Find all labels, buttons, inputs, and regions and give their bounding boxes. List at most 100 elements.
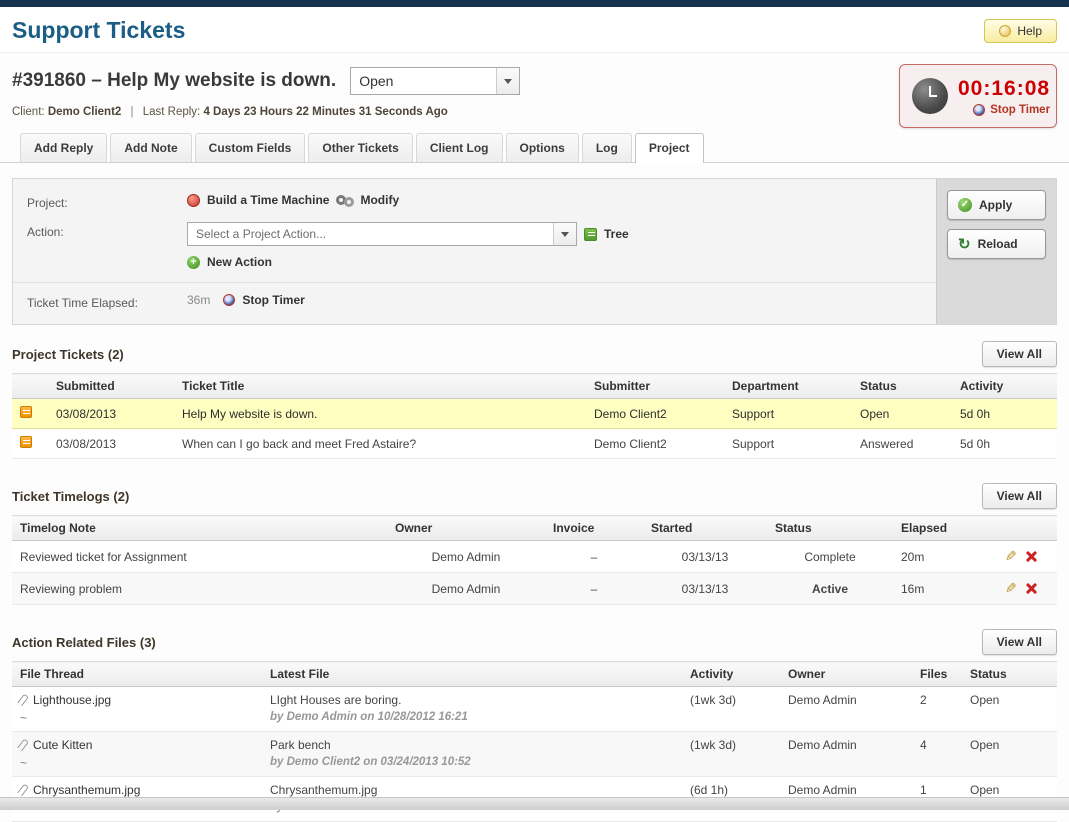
tab-other-tickets[interactable]: Other Tickets xyxy=(308,133,412,162)
apply-button[interactable]: Apply xyxy=(947,190,1046,220)
column-header-timelog-note: Timelog Note xyxy=(12,516,387,541)
action-related-files-view-all-button[interactable]: View All xyxy=(982,629,1057,655)
project-action-select-value: Select a Project Action... xyxy=(196,227,326,241)
cell-submitter: Demo Client2 xyxy=(586,429,724,459)
panel-buttons-area: Apply ↻ Reload xyxy=(936,179,1056,324)
new-action-link[interactable]: New Action xyxy=(207,255,272,269)
help-button[interactable]: Help xyxy=(984,19,1057,43)
table-row[interactable]: Reviewing problem Demo Admin – 03/13/13 … xyxy=(12,573,1057,605)
cell-status: Open xyxy=(852,399,952,429)
file-thread-name[interactable]: Chrysanthemum.jpg xyxy=(33,783,140,797)
action-row-content: Select a Project Action... Tree New Acti… xyxy=(187,222,629,269)
reload-button[interactable]: ↻ Reload xyxy=(947,229,1046,259)
project-tickets-section-head: Project Tickets (2) View All xyxy=(12,341,1057,367)
tab-log[interactable]: Log xyxy=(582,133,632,162)
cell-activity: (1wk 3d) xyxy=(682,732,780,777)
ticket-timelogs-table: Timelog Note Owner Invoice Started Statu… xyxy=(12,515,1057,605)
panel-stop-timer-link[interactable]: Stop Timer xyxy=(242,293,304,307)
edit-icon[interactable]: ✎ xyxy=(1005,580,1017,597)
cell-started: 03/13/13 xyxy=(643,573,767,605)
modify-link[interactable]: Modify xyxy=(360,193,399,207)
column-header-started: Started xyxy=(643,516,767,541)
latest-file-title[interactable]: Park bench xyxy=(270,738,674,752)
ticket-timelogs-view-all-button[interactable]: View All xyxy=(982,483,1057,509)
column-header-actions xyxy=(997,516,1057,541)
edit-icon[interactable]: ✎ xyxy=(1005,548,1017,565)
tab-options[interactable]: Options xyxy=(506,133,579,162)
action-related-files-section-head: Action Related Files (3) View All xyxy=(12,629,1057,655)
cell-department: Support xyxy=(724,429,852,459)
project-action-select[interactable]: Select a Project Action... xyxy=(187,222,577,246)
delete-icon[interactable] xyxy=(1025,582,1037,594)
column-header-invoice: Invoice xyxy=(545,516,643,541)
ticket-icon xyxy=(20,436,32,448)
cell-activity: 5d 0h xyxy=(952,399,1057,429)
apply-button-label: Apply xyxy=(979,198,1012,212)
page-footer xyxy=(0,797,1069,810)
column-header-status: Status xyxy=(962,662,1057,687)
table-row[interactable]: 03/08/2013 Help My website is down. Demo… xyxy=(12,399,1057,429)
tab-project[interactable]: Project xyxy=(635,133,704,163)
column-header-owner: Owner xyxy=(387,516,545,541)
project-panel: Project: Build a Time Machine Modify Act… xyxy=(12,178,1057,325)
ticket-icon xyxy=(20,406,32,418)
column-header-icon xyxy=(12,374,48,399)
ticket-timelogs-title: Ticket Timelogs (2) xyxy=(12,489,129,504)
cell-department: Support xyxy=(724,399,852,429)
latest-file-title[interactable]: Chrysanthemum.jpg xyxy=(270,783,674,797)
last-reply-value: 4 Days 23 Hours 22 Minutes 31 Seconds Ag… xyxy=(203,106,447,118)
column-header-ticket-title: Ticket Title xyxy=(174,374,586,399)
cell-status: Open xyxy=(962,687,1057,732)
project-tickets-view-all-button[interactable]: View All xyxy=(982,341,1057,367)
table-row[interactable]: 03/08/2013 When can I go back and meet F… xyxy=(12,429,1057,459)
action-label: Action: xyxy=(27,222,187,239)
column-header-activity: Activity xyxy=(682,662,780,687)
latest-file-title[interactable]: LIght Houses are boring. xyxy=(270,693,674,707)
last-reply-label: Last Reply: xyxy=(143,106,201,118)
page-title: Support Tickets xyxy=(12,17,185,44)
table-row[interactable]: Reviewed ticket for Assignment Demo Admi… xyxy=(12,541,1057,573)
client-label: Client: xyxy=(12,106,45,118)
delete-icon[interactable] xyxy=(1025,550,1037,562)
file-thread-name[interactable]: Lighthouse.jpg xyxy=(33,693,111,707)
tab-client-log[interactable]: Client Log xyxy=(416,133,503,162)
tab-add-note[interactable]: Add Note xyxy=(110,133,191,162)
action-related-files-title: Action Related Files (3) xyxy=(12,635,156,650)
chevron-down-icon xyxy=(561,232,569,237)
project-label: Project: xyxy=(27,193,187,210)
latest-file-byline: by Demo Client2 on 03/24/2013 10:52 xyxy=(270,756,674,768)
table-row[interactable]: Lighthouse.jpg ~ LIght Houses are boring… xyxy=(12,687,1057,732)
panel-stop-timer-icon xyxy=(223,294,235,306)
column-header-department: Department xyxy=(724,374,852,399)
separator: | xyxy=(131,106,134,118)
project-row: Project: Build a Time Machine Modify xyxy=(13,187,936,216)
column-header-latest-file: Latest File xyxy=(262,662,682,687)
select-arrow-box xyxy=(553,223,576,245)
help-button-label: Help xyxy=(1017,24,1042,38)
project-icon xyxy=(187,194,200,207)
ticket-status-select[interactable]: Open xyxy=(350,67,520,95)
reload-icon: ↻ xyxy=(958,237,971,252)
tab-bar: Add Reply Add Note Custom Fields Other T… xyxy=(0,134,1069,163)
cell-elapsed: 20m xyxy=(893,541,997,573)
stop-timer-icon xyxy=(973,104,985,116)
project-name-link[interactable]: Build a Time Machine xyxy=(207,193,329,207)
elapsed-value: 36m xyxy=(187,293,210,307)
table-row[interactable]: Cute Kitten ~ Park bench by Demo Client2… xyxy=(12,732,1057,777)
check-icon xyxy=(958,198,972,212)
elapsed-row: Ticket Time Elapsed: 36m Stop Timer xyxy=(13,282,936,316)
tree-link[interactable]: Tree xyxy=(604,227,629,241)
cell-files: 4 xyxy=(912,732,962,777)
stop-timer-link[interactable]: Stop Timer xyxy=(958,104,1050,116)
cell-elapsed: 16m xyxy=(893,573,997,605)
cell-status: Answered xyxy=(852,429,952,459)
file-thread-sub: ~ xyxy=(20,756,254,770)
tab-add-reply[interactable]: Add Reply xyxy=(20,133,107,162)
cell-owner: Demo Admin xyxy=(387,573,545,605)
cell-submitter: Demo Client2 xyxy=(586,399,724,429)
paperclip-icon xyxy=(17,783,29,796)
chevron-down-icon xyxy=(504,79,512,84)
file-thread-name[interactable]: Cute Kitten xyxy=(33,738,92,752)
cell-submitted: 03/08/2013 xyxy=(48,399,174,429)
tab-custom-fields[interactable]: Custom Fields xyxy=(195,133,306,162)
